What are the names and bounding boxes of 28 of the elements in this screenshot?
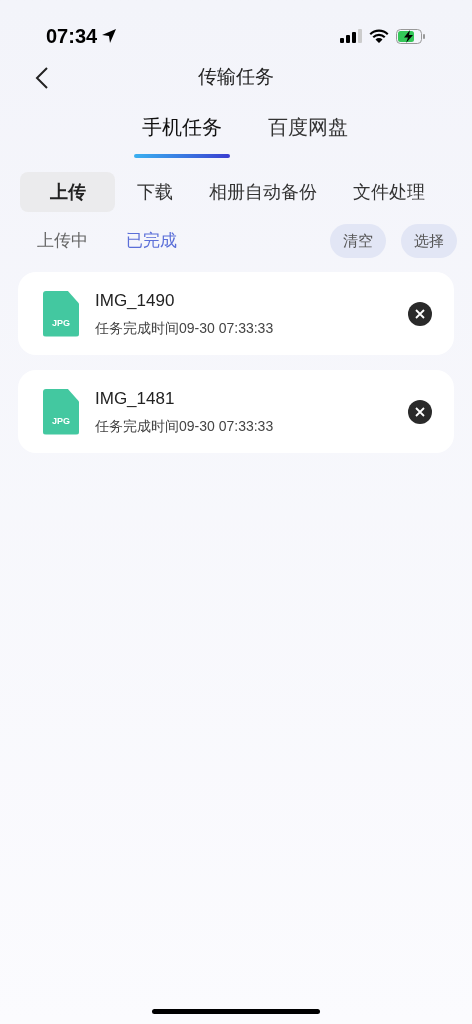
remove-button[interactable] xyxy=(408,399,432,424)
task-card[interactable]: JPG IMG_1481 任务完成时间09-30 07:33:33 xyxy=(18,370,454,453)
top-tab[interactable]: 百度网盘 xyxy=(268,112,348,142)
wifi-icon xyxy=(369,29,389,43)
category-tab[interactable]: 上传 xyxy=(20,172,115,212)
close-icon xyxy=(415,406,425,417)
signal-icon xyxy=(340,29,362,43)
status-time: 07:34 xyxy=(46,24,98,49)
file-name: IMG_1490 xyxy=(95,290,176,313)
file-type-label: JPG xyxy=(52,317,70,330)
file-type-label: JPG xyxy=(52,415,70,428)
task-detail: 任务完成时间09-30 07:33:33 xyxy=(95,416,275,436)
top-tab[interactable]: 手机任务 xyxy=(142,112,222,142)
category-tab[interactable]: 相册自动备份 xyxy=(195,172,331,212)
close-icon xyxy=(415,308,425,319)
category-tab[interactable]: 文件处理 xyxy=(339,172,439,212)
remove-button[interactable] xyxy=(408,301,432,326)
location-arrow-icon xyxy=(101,28,118,44)
file-name: IMG_1481 xyxy=(95,388,176,411)
task-card[interactable]: JPG IMG_1490 任务完成时间09-30 07:33:33 xyxy=(18,272,454,355)
action-button[interactable]: 清空 xyxy=(330,224,386,258)
action-button[interactable]: 选择 xyxy=(401,224,457,258)
page-title: 传输任务 xyxy=(198,64,274,89)
status-tab[interactable]: 已完成 xyxy=(126,228,177,254)
task-detail: 任务完成时间09-30 07:33:33 xyxy=(95,318,275,338)
category-tab[interactable]: 下载 xyxy=(123,172,187,212)
battery-charging-icon xyxy=(396,28,426,44)
status-tab[interactable]: 上传中 xyxy=(37,228,88,254)
